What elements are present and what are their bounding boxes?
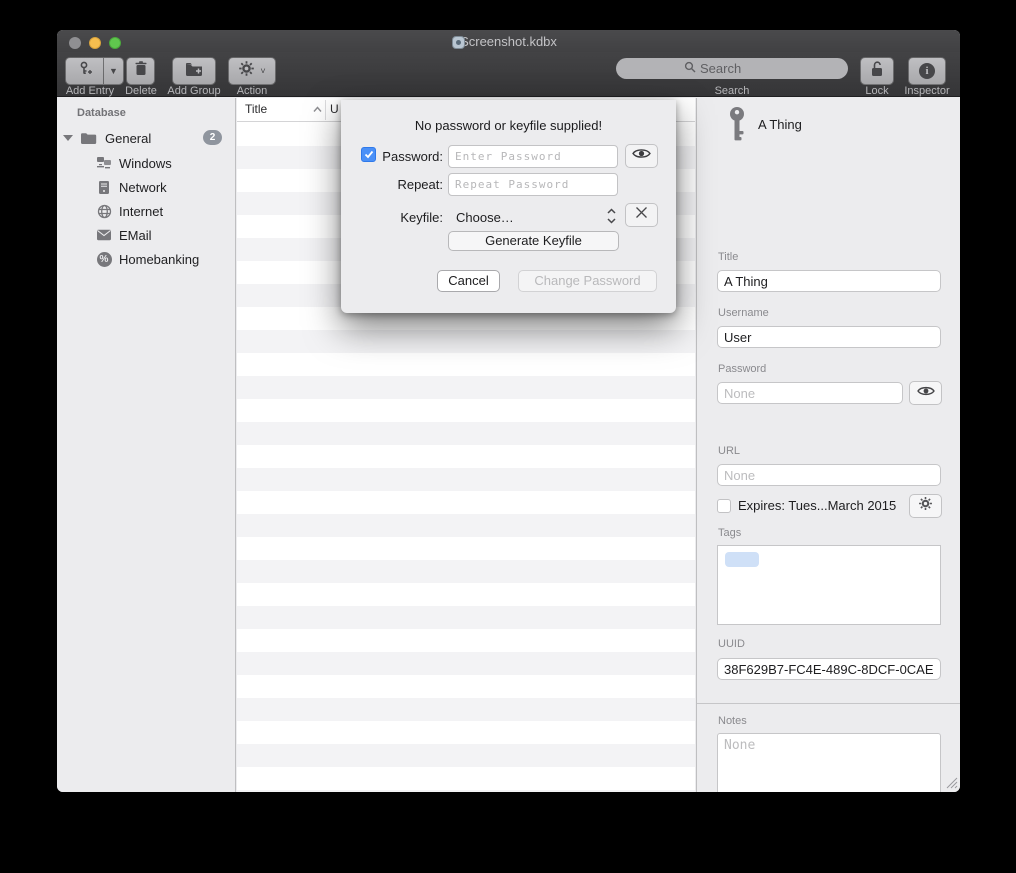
entry-count-badge: 2 xyxy=(203,130,222,145)
sidebar-item-email[interactable]: EMail xyxy=(57,223,236,247)
window-title: Screenshot.kdbx xyxy=(57,34,960,49)
close-x-icon xyxy=(635,206,648,224)
add-group-button[interactable] xyxy=(172,57,216,85)
inspector-label: Inspector xyxy=(902,85,952,97)
clear-keyfile-button[interactable] xyxy=(625,203,658,227)
sidebar-item-label: General xyxy=(105,131,151,146)
password-field-label: Password xyxy=(718,363,766,375)
dialog-password-input[interactable] xyxy=(448,145,618,168)
url-field[interactable] xyxy=(717,464,941,486)
section-divider xyxy=(697,703,960,704)
inspector-button[interactable]: i xyxy=(908,57,946,85)
column-header-username[interactable]: U xyxy=(330,102,339,116)
title-bar: Screenshot.kdbx xyxy=(57,30,960,52)
globe-icon xyxy=(95,203,113,219)
keyfile-popup-value[interactable]: Choose… xyxy=(456,210,514,225)
password-checkbox[interactable] xyxy=(361,147,376,162)
eye-icon xyxy=(632,147,651,165)
key-icon xyxy=(724,106,750,151)
column-header-title[interactable]: Title xyxy=(245,102,267,116)
sidebar-item-label: Internet xyxy=(119,204,163,219)
resize-grip-icon[interactable] xyxy=(943,774,958,789)
notes-field[interactable] xyxy=(717,733,941,792)
tag-pill[interactable] xyxy=(725,552,759,567)
add-entry-button[interactable] xyxy=(65,57,104,85)
expires-label: Expires: Tues...March 2015 xyxy=(738,498,896,513)
password-field[interactable] xyxy=(717,382,903,404)
action-button[interactable]: ˅ xyxy=(228,57,276,85)
toolbar: ▼ Add Entry Delete Add Group ˅ Action xyxy=(57,52,960,97)
eye-icon xyxy=(917,384,935,402)
expires-settings-button[interactable] xyxy=(909,494,942,518)
server-icon xyxy=(95,179,113,195)
workgroup-icon xyxy=(95,155,113,171)
sidebar-item-general[interactable]: General 2 xyxy=(57,126,236,150)
tags-label: Tags xyxy=(718,527,741,539)
key-plus-icon xyxy=(76,60,94,83)
chevron-down-icon: ▼ xyxy=(109,66,118,76)
sort-ascending-icon xyxy=(313,102,322,116)
lock-label: Lock xyxy=(853,85,901,97)
add-entry-label: Add Entry xyxy=(57,85,123,97)
title-field[interactable] xyxy=(717,270,941,292)
sidebar-item-network[interactable]: Network xyxy=(57,175,236,199)
envelope-icon xyxy=(95,227,113,243)
dialog-repeat-input[interactable] xyxy=(448,173,618,196)
unlock-icon xyxy=(869,60,885,83)
title-field-label: Title xyxy=(718,251,738,263)
change-password-button[interactable]: Change Password xyxy=(518,270,657,292)
trash-icon xyxy=(133,60,149,82)
action-label: Action xyxy=(228,85,276,97)
search-field[interactable] xyxy=(616,58,848,79)
username-field-label: Username xyxy=(718,307,769,319)
generate-keyfile-button[interactable]: Generate Keyfile xyxy=(448,231,619,251)
sidebar: Database General 2 Windows Network xyxy=(57,98,236,792)
dialog-repeat-label: Repeat: xyxy=(377,177,443,192)
tags-box[interactable] xyxy=(717,545,941,625)
search-icon xyxy=(684,60,696,78)
stepper-icon[interactable] xyxy=(606,206,617,231)
document-proxy-icon[interactable] xyxy=(452,36,465,49)
add-entry-dropdown-button[interactable]: ▼ xyxy=(104,57,124,85)
gear-icon xyxy=(238,60,255,82)
sidebar-item-label: EMail xyxy=(119,228,152,243)
sidebar-item-internet[interactable]: Internet xyxy=(57,199,236,223)
delete-label: Delete xyxy=(117,85,165,97)
gear-icon xyxy=(918,496,933,516)
add-group-label: Add Group xyxy=(160,85,228,97)
username-field[interactable] xyxy=(717,326,941,348)
reveal-password-button[interactable] xyxy=(909,381,942,405)
check-icon xyxy=(364,150,374,159)
lock-button[interactable] xyxy=(860,57,894,85)
uuid-field[interactable] xyxy=(717,658,941,680)
chevron-down-icon: ˅ xyxy=(260,66,265,76)
percent-icon: % xyxy=(95,251,113,267)
expires-checkbox[interactable] xyxy=(717,499,731,513)
sidebar-item-label: Network xyxy=(119,180,167,195)
search-label: Search xyxy=(682,85,782,97)
sidebar-header: Database xyxy=(77,107,126,119)
entry-title: A Thing xyxy=(758,117,802,132)
folder-icon xyxy=(79,130,97,146)
folder-plus-icon xyxy=(184,61,204,82)
search-input[interactable] xyxy=(700,61,820,76)
change-password-dialog: No password or keyfile supplied! Passwor… xyxy=(341,100,676,313)
url-field-label: URL xyxy=(718,445,740,457)
inspector-panel: A Thing General Files Custom Autotype Ti… xyxy=(696,98,960,792)
cancel-button[interactable]: Cancel xyxy=(437,270,500,292)
dialog-reveal-password-button[interactable] xyxy=(625,144,658,168)
notes-label: Notes xyxy=(718,715,747,727)
info-icon: i xyxy=(919,63,935,79)
dialog-message: No password or keyfile supplied! xyxy=(341,118,676,133)
delete-button[interactable] xyxy=(126,57,155,85)
disclosure-triangle-icon[interactable] xyxy=(63,135,73,141)
sidebar-item-label: Homebanking xyxy=(119,252,199,267)
sidebar-item-homebanking[interactable]: % Homebanking xyxy=(57,247,236,271)
dialog-keyfile-label: Keyfile: xyxy=(377,210,443,225)
column-divider[interactable] xyxy=(325,100,326,120)
dialog-password-label: Password: xyxy=(377,149,443,164)
uuid-field-label: UUID xyxy=(718,638,745,650)
sidebar-item-windows[interactable]: Windows xyxy=(57,151,236,175)
sidebar-item-label: Windows xyxy=(119,156,172,171)
